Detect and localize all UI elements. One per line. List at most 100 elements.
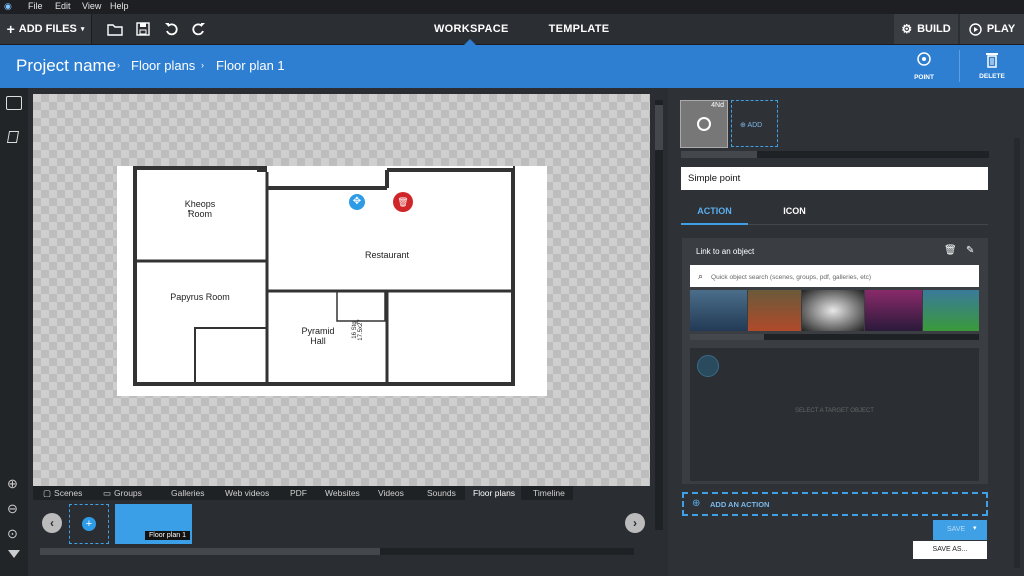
tab-galleries[interactable]: Galleries [171,486,205,500]
link-action-card: Link to an object 🗑 ✎ ⌕ Quick object sear… [682,238,988,484]
properties-panel: 4Nd ⊕ ADD Simple point ACTION ICON Link … [668,88,1024,576]
floppy-icon [136,22,150,36]
breadcrumb-bar: Project name › Floor plans › Floor plan … [0,45,1024,88]
left-tool-strip: ⊕ ⊖ ⊙ [0,88,28,576]
play-label: PLAY [986,23,1016,35]
floorplan-thumbnail[interactable]: Floor plan 1 [115,504,192,544]
object-thumbnail[interactable] [690,290,747,331]
add-files-label: ADD FILES [18,23,77,35]
scene-icon: ▢ [43,488,52,498]
book-icon[interactable] [6,131,20,143]
tab-websites[interactable]: Websites [325,486,360,500]
room-label-restaurant: Restaurant [364,250,410,260]
vertical-scrollbar[interactable] [655,100,663,530]
open-folder-button[interactable] [104,14,126,44]
stairs-label: 16 Stg 17.5x27 [352,319,364,341]
menu-bar: ◉ File Edit View Help [0,0,1024,14]
tab-template[interactable]: TEMPLATE [548,14,610,45]
tab-scenes[interactable]: ▢ Scenes [43,486,82,500]
move-point-handle-icon[interactable]: ✥ [347,192,367,212]
build-label: BUILD [917,23,951,35]
tab-videos[interactable]: Videos [378,486,404,500]
tab-floor-plans[interactable]: Floor plans [465,486,521,500]
zoom-fit-icon[interactable]: ⊙ [7,526,18,542]
room-label-papyrus: Papyrus Room [170,292,230,302]
zoom-out-icon[interactable]: ⊖ [7,501,18,517]
tab-pdf[interactable]: PDF [290,486,307,500]
folder-icon: ▭ [103,488,112,498]
tab-timeline[interactable]: Timeline [533,486,565,500]
object-scrollbar[interactable] [690,334,979,340]
menu-edit[interactable]: Edit [55,1,71,11]
menu-file[interactable]: File [28,1,43,11]
play-button[interactable]: PLAY [960,14,1024,44]
redo-icon [192,23,205,36]
save-file-button[interactable] [132,14,154,44]
save-as-menu-item[interactable]: SAVE AS... [913,541,987,559]
add-icon-button[interactable]: ⊕ ADD [731,100,778,147]
chevron-down-icon[interactable]: ▾ [973,524,977,532]
folder-icon [107,24,123,36]
target-point-icon [917,52,931,66]
scroll-right-button[interactable]: › [625,513,645,533]
add-files-button[interactable]: + ADD FILES ▾ [0,14,92,44]
panel-scrollbar[interactable] [1014,138,1020,568]
select-target-text: SELECT A TARGET OBJECT [795,408,874,414]
save-split-button[interactable]: SAVE ▾ [933,520,987,540]
horizontal-scrollbar[interactable] [40,548,634,555]
plus-circle-icon: + [82,517,96,531]
chevron-right-icon: › [201,60,204,70]
point-button[interactable]: POINT [906,51,942,81]
search-icon: ⌕ [698,271,704,281]
floorplan-thumb-label: Floor plan 1 [145,531,190,540]
divider [959,50,960,82]
tab-web-videos[interactable]: Web videos [225,486,269,500]
redo-button[interactable] [188,14,210,44]
thumb-tag: 4Nd [711,102,724,109]
delete-point-icon[interactable]: 🗑 [393,192,413,212]
target-point-icon [697,117,711,131]
icon-thumbnail[interactable]: 4Nd [680,100,728,148]
room-label-kheops: Kheops Room [184,199,216,219]
tab-icon[interactable]: ICON [761,198,828,225]
tab-groups[interactable]: ▭ Groups [103,486,142,500]
edit-pencil-icon[interactable]: ✎ [966,245,974,256]
object-thumbnail[interactable] [802,290,864,331]
build-button[interactable]: ⚙ BUILD [894,14,958,44]
save-label: SAVE [947,526,966,533]
chevron-right-icon: › [117,60,120,70]
scene-camera-icon[interactable] [6,96,22,110]
delete-button[interactable]: DELETE [974,51,1010,80]
plus-circle-icon: ⊕ [692,498,701,509]
icon-scrollbar[interactable] [681,151,989,158]
breadcrumb-current: Floor plan 1 [216,58,285,73]
object-search-field[interactable]: ⌕ Quick object search (scenes, groups, pd… [690,265,979,287]
toolbar: + ADD FILES ▾ WORKSPACE TEMPLATE ⚙ BUILD… [0,14,1024,45]
trash-icon[interactable]: 🗑 [944,245,957,256]
menu-view[interactable]: View [82,1,101,11]
add-floorplan-button[interactable]: + [69,504,109,544]
plus-icon: + [6,21,15,37]
breadcrumb-section[interactable]: Floor plans [131,58,195,73]
target-object-area[interactable]: SELECT A TARGET OBJECT [690,348,979,481]
tab-sounds[interactable]: Sounds [427,486,456,500]
library-panel: ▢ Scenes ▭ Groups Galleries Web videos PDF… [33,486,650,576]
menu-help[interactable]: Help [110,1,129,11]
link-title: Link to an object [696,247,755,256]
object-thumbnail[interactable] [865,290,922,331]
add-icon-label: ⊕ ADD [740,122,763,129]
scroll-left-button[interactable]: ‹ [42,513,62,533]
object-thumbnail[interactable] [923,290,979,331]
tab-action[interactable]: ACTION [681,198,748,225]
add-action-button[interactable]: ⊕ ADD AN ACTION [682,492,988,516]
library-tabs: ▢ Scenes ▭ Groups Galleries Web videos PDF… [33,486,573,500]
object-thumbnail[interactable] [748,290,801,331]
filter-icon[interactable] [8,550,20,558]
trash-icon [986,53,998,68]
project-name[interactable]: Project name [16,56,116,76]
point-name-input[interactable]: Simple point [681,167,988,190]
add-action-label: ADD AN ACTION [710,500,770,509]
app-logo-icon: ◉ [4,1,12,11]
zoom-in-icon[interactable]: ⊕ [7,476,18,492]
undo-button[interactable] [160,14,182,44]
